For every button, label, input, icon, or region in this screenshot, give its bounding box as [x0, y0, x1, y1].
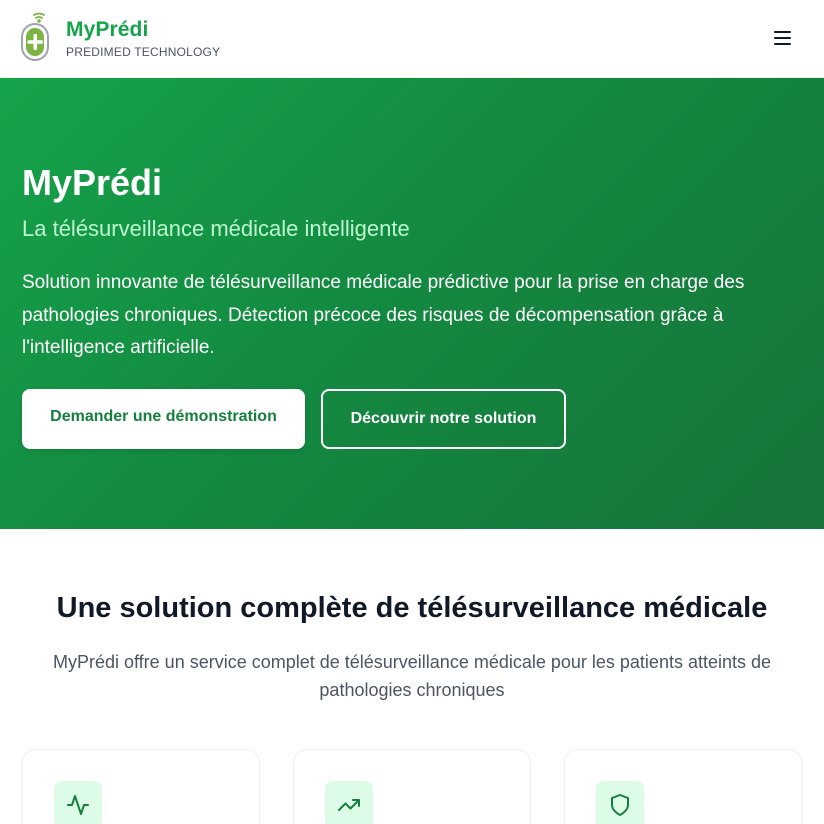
hero-title: MyPrédi — [22, 162, 163, 203]
hero-section: MyPrédi La télésurveillance médicale int… — [0, 78, 824, 529]
hamburger-menu-icon[interactable] — [766, 24, 798, 52]
trending-up-icon — [325, 781, 373, 824]
request-demo-label: Demander une démonstration — [50, 408, 277, 425]
brand-name[interactable]: MyPrédi — [66, 18, 148, 42]
activity-pulse-icon — [54, 781, 102, 824]
feature-card — [564, 749, 802, 824]
medical-cross-signal-icon[interactable] — [18, 12, 56, 64]
request-demo-button[interactable]: Demander une démonstration — [22, 389, 305, 449]
hero-description: Solution innovante de télésurveillance m… — [22, 272, 745, 358]
discover-solution-button[interactable]: Découvrir notre solution — [321, 389, 566, 449]
features-title: Une solution complète de télésurveillanc… — [56, 592, 768, 624]
features-description: MyPrédi offre un service complet de télé… — [52, 652, 772, 700]
brand-tagline: PREDIMED TECHNOLOGY — [66, 45, 221, 59]
hero-subtitle: La télésurveillance médicale intelligent… — [22, 216, 410, 241]
feature-card — [293, 749, 531, 824]
discover-solution-label: Découvrir notre solution — [350, 410, 537, 427]
feature-card — [22, 749, 260, 824]
shield-icon — [596, 781, 644, 824]
site-header: MyPrédi PREDIMED TECHNOLOGY — [0, 0, 824, 78]
